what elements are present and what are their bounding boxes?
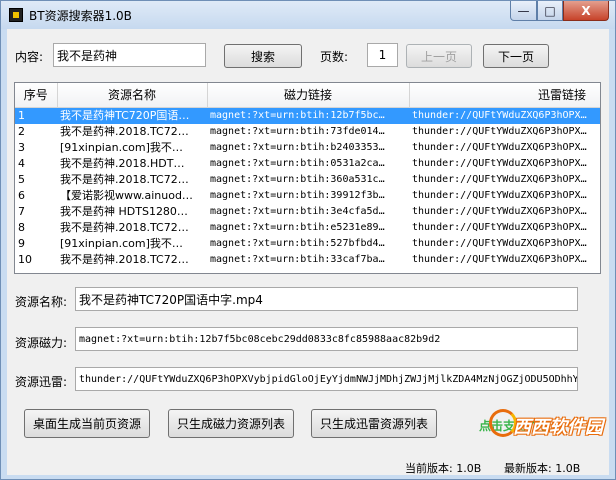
table-header: 序号 资源名称 磁力链接 迅雷链接 [15, 83, 600, 108]
row-number: 5 [18, 172, 25, 186]
table-row[interactable]: 3 [91xinpian.com]我不… magnet:?xt=urn:btih… [15, 140, 600, 156]
watermark-logo: 西西软件园 [489, 407, 607, 447]
row-name: 我不是药神TC720P国语… [57, 107, 207, 124]
row-thunder: thunder://QUFtYWduZXQ6P3hOPX… [409, 107, 600, 124]
page-number-input[interactable]: 1 [367, 43, 398, 67]
row-name: 我不是药神.2018.HDT… [60, 156, 185, 170]
resource-name-field[interactable]: 我不是药神TC720P国语中字.mp4 [75, 287, 578, 311]
prev-page-button[interactable]: 上一页 [406, 44, 472, 68]
column-header[interactable]: 资源名称 [57, 83, 208, 108]
row-name: 我不是药神.2018.TC72… [60, 220, 189, 234]
app-window: BT资源搜索器1.0B — □ X 内容: 我不是药神 搜索 页数: 1 上一页… [0, 0, 616, 480]
row-number: 3 [18, 140, 25, 154]
resource-name-label: 资源名称: [15, 295, 68, 309]
window-title: BT资源搜索器1.0B [29, 9, 132, 23]
title-bar[interactable]: BT资源搜索器1.0B — □ X [1, 1, 615, 29]
row-magnet: magnet:?xt=urn:btih:3e4cfa5d… [210, 205, 385, 217]
row-magnet: magnet:?xt=urn:btih:e5231e89… [210, 221, 385, 233]
row-thunder: thunder://QUFtYWduZXQ6P3hOPX… [412, 253, 587, 265]
row-magnet: magnet:?xt=urn:btih:0531a2ca… [210, 157, 385, 169]
row-thunder: thunder://QUFtYWduZXQ6P3hOPX… [412, 141, 587, 153]
row-number: 2 [18, 124, 25, 138]
table-row[interactable]: 8 我不是药神.2018.TC72… magnet:?xt=urn:btih:e… [15, 220, 600, 236]
row-name: 我不是药神.2018.TC72… [60, 252, 189, 266]
row-name: 我不是药神.2018.TC72… [60, 124, 189, 138]
current-version: 当前版本: 1.0B [405, 462, 482, 475]
row-magnet: magnet:?xt=urn:btih:527bfbd4… [210, 237, 385, 249]
row-number: 8 [18, 220, 25, 234]
row-name: 我不是药神.2018.TC72… [60, 172, 189, 186]
table-row[interactable]: 4 我不是药神.2018.HDT… magnet:?xt=urn:btih:05… [15, 156, 600, 172]
table-row[interactable]: 1 我不是药神TC720P国语… magnet:?xt=urn:btih:12b… [15, 107, 600, 124]
row-magnet: magnet:?xt=urn:btih:360a531c… [210, 173, 385, 185]
column-header[interactable]: 迅雷链接 [409, 83, 600, 108]
table-row[interactable]: 7 我不是药神 HDTS1280… magnet:?xt=urn:btih:3e… [15, 204, 600, 220]
row-name: [91xinpian.com]我不… [60, 236, 183, 250]
column-header[interactable]: 磁力链接 [207, 83, 410, 108]
resource-thunder-label: 资源迅雷: [15, 375, 68, 389]
generate-magnet-list-button[interactable]: 只生成磁力资源列表 [168, 409, 294, 438]
table-row[interactable]: 5 我不是药神.2018.TC72… magnet:?xt=urn:btih:3… [15, 172, 600, 188]
watermark-text: 西西软件园 [513, 417, 603, 438]
row-magnet: magnet:?xt=urn:btih:73fde014… [210, 125, 385, 137]
row-number: 6 [18, 188, 25, 202]
table-row[interactable]: 10 我不是药神.2018.TC72… magnet:?xt=urn:btih:… [15, 252, 600, 268]
generate-page-resources-button[interactable]: 桌面生成当前页资源 [24, 409, 150, 438]
row-thunder: thunder://QUFtYWduZXQ6P3hOPX… [412, 173, 587, 185]
row-name: [91xinpian.com]我不… [60, 140, 183, 154]
maximize-button[interactable]: □ [537, 1, 563, 21]
page-label: 页数: [320, 50, 349, 64]
row-magnet: magnet:?xt=urn:btih:b2403353… [210, 141, 385, 153]
row-number: 7 [18, 204, 25, 218]
generate-thunder-list-button[interactable]: 只生成迅雷资源列表 [311, 409, 437, 438]
row-thunder: thunder://QUFtYWduZXQ6P3hOPX… [412, 189, 587, 201]
table-row[interactable]: 9 [91xinpian.com]我不… magnet:?xt=urn:btih… [15, 236, 600, 252]
search-button[interactable]: 搜索 [224, 44, 302, 68]
row-thunder: thunder://QUFtYWduZXQ6P3hOPX… [412, 205, 587, 217]
row-number: 1 [15, 107, 57, 124]
table-row[interactable]: 6 【爱诺影视www.ainuod… magnet:?xt=urn:btih:3… [15, 188, 600, 204]
row-magnet: magnet:?xt=urn:btih:39912f3b… [210, 189, 385, 201]
row-thunder: thunder://QUFtYWduZXQ6P3hOPX… [412, 237, 587, 249]
row-name: 【爱诺影视www.ainuod… [60, 188, 193, 202]
next-page-button[interactable]: 下一页 [483, 44, 549, 68]
app-icon [9, 8, 23, 22]
resource-magnet-field[interactable]: magnet:?xt=urn:btih:12b7f5bc08cebc29dd08… [75, 327, 578, 351]
content-search-input[interactable]: 我不是药神 [53, 43, 206, 67]
results-table: 序号 资源名称 磁力链接 迅雷链接 1 我不是药神TC720P国语… magne… [14, 82, 601, 274]
content-label: 内容: [15, 50, 44, 64]
row-name: 我不是药神 HDTS1280… [60, 204, 188, 218]
row-magnet: magnet:?xt=urn:btih:33caf7ba… [210, 253, 385, 265]
row-number: 4 [18, 156, 25, 170]
resource-thunder-field[interactable]: thunder://QUFtYWduZXQ6P3hOPXVybjpidGloOj… [75, 367, 578, 391]
row-magnet: magnet:?xt=urn:btih:12b7f5bc… [207, 107, 409, 124]
column-header[interactable]: 序号 [15, 83, 58, 108]
resource-magnet-label: 资源磁力: [15, 336, 68, 350]
row-number: 10 [18, 252, 32, 266]
latest-version: 最新版本: 1.0B [504, 462, 581, 475]
minimize-button[interactable]: — [510, 1, 537, 21]
table-row[interactable]: 2 我不是药神.2018.TC72… magnet:?xt=urn:btih:7… [15, 124, 600, 140]
row-thunder: thunder://QUFtYWduZXQ6P3hOPX… [412, 157, 587, 169]
row-thunder: thunder://QUFtYWduZXQ6P3hOPX… [412, 125, 587, 137]
row-number: 9 [18, 236, 25, 250]
close-button[interactable]: X [563, 1, 609, 21]
row-thunder: thunder://QUFtYWduZXQ6P3hOPX… [412, 221, 587, 233]
